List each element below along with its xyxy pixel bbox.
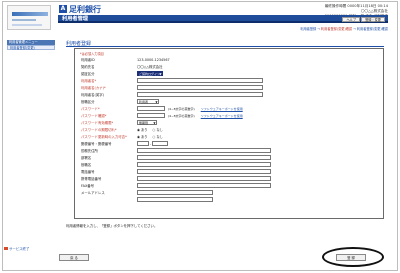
- field-label: パスワード*: [81, 107, 100, 111]
- form-row: パスワード有効期限* 無期限: [81, 119, 381, 126]
- job-title-input[interactable]: [137, 162, 271, 167]
- contract-name-value: 〇〇△△株式会社: [137, 65, 163, 69]
- user-name-english-input[interactable]: [137, 92, 263, 97]
- field-label: 利用者ID: [81, 58, 95, 62]
- highlight-circle: [322, 247, 384, 267]
- field-label: 郵便番号・郵便番号: [81, 142, 112, 146]
- field-label: 携帯電話番号: [81, 177, 102, 181]
- field-label: 契約先名: [81, 65, 95, 69]
- zip-code-second-input[interactable]: [152, 141, 169, 146]
- form-row: パスワード更新時の入力可否* ◉ あり ○ なし: [81, 133, 381, 140]
- radio-option[interactable]: ○ なし: [152, 127, 162, 132]
- phone-input[interactable]: [137, 169, 271, 174]
- help-button[interactable]: ヘルプ: [342, 16, 360, 22]
- radio-label: あり: [141, 128, 148, 132]
- form-row: メールアドレス: [81, 189, 381, 196]
- form-row: 利用者名*: [81, 77, 381, 84]
- form-row: 認証区分 ご契約ログイン: [81, 70, 381, 77]
- page-title: 利用者管理: [62, 16, 88, 22]
- form-row: パスワードの期限切れ* ◉ あり ○ なし: [81, 126, 381, 133]
- department-input[interactable]: [137, 155, 271, 160]
- user-name-input[interactable]: [137, 78, 263, 83]
- form-row: パスワード確認* (4~8文字の英数字) ソフトウェアキーボードを使用: [81, 112, 381, 119]
- field-label: 役職名: [81, 163, 92, 167]
- logout-icon: [4, 246, 8, 251]
- field-label: パスワードの期限切れ*: [81, 128, 117, 132]
- bank-name: 足利銀行: [69, 4, 101, 14]
- field-label: メールアドレス: [81, 191, 105, 195]
- form-row: FAX番号: [81, 182, 381, 189]
- field-label: パスワード更新時の入力可否*: [81, 135, 127, 139]
- password-expiry-select[interactable]: 無期限: [137, 120, 157, 125]
- breadcrumb-item[interactable]: 利用者登録(変更)確認: [357, 27, 388, 31]
- form-row: [81, 196, 381, 203]
- breadcrumb-item[interactable]: 利用者登録: [300, 27, 316, 31]
- email-input[interactable]: [137, 190, 213, 195]
- form-row: 勤務先住所: [81, 147, 381, 154]
- back-button[interactable]: 戻 る: [59, 254, 89, 261]
- form-row: 役職名: [81, 161, 381, 168]
- form-row: 利用者ID 123-0000-1234567: [81, 56, 381, 63]
- breadcrumb-item-current: 利用者登録(変更)確認: [320, 27, 353, 31]
- bank-brand: A 足利銀行: [59, 4, 101, 14]
- logout-link[interactable]: サービス終了: [4, 246, 29, 251]
- logout-label: サービス終了: [9, 247, 30, 251]
- field-label: 電話番号: [81, 170, 95, 174]
- section-divider: [66, 46, 384, 47]
- field-label: 部署名: [81, 156, 92, 160]
- auth-type-select[interactable]: ご契約ログイン: [137, 71, 163, 76]
- email-confirm-input[interactable]: [137, 197, 213, 202]
- sidebar-item-user-registration[interactable]: 利用者登録(変更): [7, 45, 55, 50]
- field-label: 役職区分: [81, 100, 95, 104]
- instruction-text: 利用者情報を入力し、「登録」ボタンを押下してください。: [66, 224, 158, 228]
- register-change-button[interactable]: 登録・変更: [361, 16, 385, 22]
- address-input[interactable]: [137, 148, 271, 153]
- form-row: 利用者名(英字): [81, 91, 381, 98]
- zip-code-first-input[interactable]: [137, 141, 149, 146]
- title-bar: 利用者管理 ヘルプ 登録・変更: [58, 15, 388, 23]
- form-row: 契約先名 〇〇△△株式会社: [81, 63, 381, 70]
- fax-input[interactable]: [137, 183, 271, 188]
- software-keyboard-link[interactable]: ソフトウェアキーボードを使用: [201, 107, 243, 111]
- form-row: 電話番号: [81, 168, 381, 175]
- form-row: 部署名: [81, 154, 381, 161]
- user-name-kana-input[interactable]: [137, 85, 263, 90]
- field-label: 認証区分: [81, 72, 95, 76]
- password-input[interactable]: [137, 106, 165, 111]
- sidebar-logo: [7, 5, 51, 30]
- mobile-phone-input[interactable]: [137, 176, 271, 181]
- form-row: 郵便番号・郵便番号 -: [81, 140, 381, 147]
- field-label: 利用者名*: [81, 79, 97, 83]
- radio-option[interactable]: ◉ あり: [137, 127, 147, 132]
- password-hint: (4~8文字の英数字): [168, 106, 195, 111]
- field-label: FAX番号: [81, 184, 95, 188]
- radio-label: あり: [141, 135, 148, 139]
- bank-logo-icon: A: [59, 5, 67, 13]
- radio-option[interactable]: ○ なし: [152, 134, 162, 139]
- radio-label: なし: [156, 128, 163, 132]
- field-label: 利用者名(英字): [81, 93, 104, 97]
- field-label: 利用者名(カナ)*: [81, 86, 106, 90]
- field-label: パスワード確認*: [81, 114, 107, 118]
- field-label: パスワード有効期限*: [81, 121, 114, 125]
- radio-label: なし: [156, 135, 163, 139]
- password-confirm-input[interactable]: [137, 113, 165, 118]
- radio-option[interactable]: ◉ あり: [137, 134, 147, 139]
- role-select[interactable]: 利用者: [137, 99, 159, 104]
- form-row: パスワード* (4~8文字の英数字) ソフトウェアキーボードを使用: [81, 105, 381, 112]
- breadcrumb: 利用者登録 → 利用者登録(変更)確認 → 利用者登録(変更)確認: [300, 27, 388, 31]
- form-row: 携帯電話番号: [81, 175, 381, 182]
- form-row: 役職区分 利用者: [81, 98, 381, 105]
- form-rows: 利用者ID 123-0000-1234567 契約先名 〇〇△△株式会社 認証区…: [81, 56, 381, 203]
- user-id-value: 123-0000-1234567: [137, 57, 170, 62]
- software-keyboard-link[interactable]: ソフトウェアキーボードを使用: [201, 114, 243, 118]
- password-hint: (4~8文字の英数字): [168, 113, 195, 118]
- form-row: 利用者名(カナ)*: [81, 84, 381, 91]
- field-label: 勤務先住所: [81, 149, 98, 153]
